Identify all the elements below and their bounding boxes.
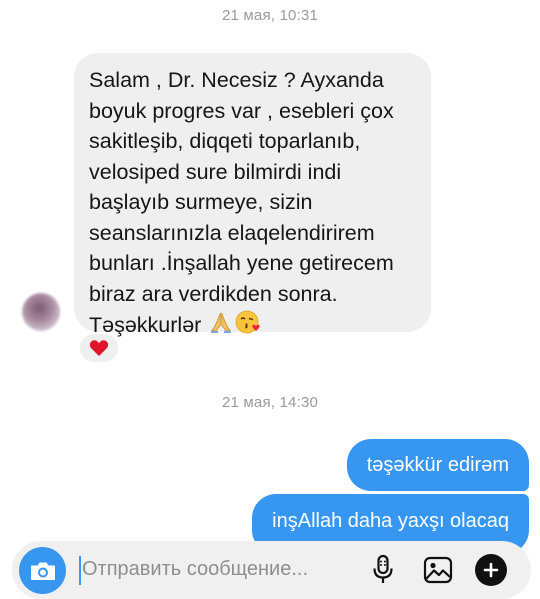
outgoing-message-text: inşAllah daha yaxşı olacaq — [272, 509, 509, 532]
heart-reaction[interactable] — [78, 332, 120, 364]
outgoing-message-text: təşəkkür edirəm — [366, 453, 509, 476]
message-line: seanslarınızla elaqelendirirem — [89, 220, 375, 245]
message-line: başlayıb surmeye, sizin — [89, 190, 313, 214]
microphone-button[interactable] — [371, 554, 395, 591]
red-heart-icon — [89, 340, 109, 356]
timestamp: 21 мая, 10:31 — [221, 7, 319, 24]
message-line: sakitleşib, diqqeti toparlanıb, — [89, 129, 361, 153]
camera-icon — [30, 562, 55, 580]
camera-button[interactable] — [19, 547, 66, 594]
face-blowing-kiss-emoji — [235, 309, 261, 344]
message-line: boyuk progres var , esebleri çox — [89, 98, 394, 123]
timestamp: 21 мая, 14:30 — [221, 394, 319, 411]
plus-icon — [483, 562, 499, 578]
message-line: biraz ara verdikden sonra. — [89, 281, 338, 306]
sender-avatar[interactable] — [22, 293, 60, 331]
folded-hands-emoji — [209, 311, 233, 342]
text-cursor — [79, 556, 81, 585]
add-content-button[interactable] — [475, 554, 507, 586]
message-line: velosiped sure bilmirdi indi — [89, 159, 342, 184]
outgoing-message-bubble[interactable]: təşəkkür edirəm — [346, 439, 529, 491]
gallery-icon — [423, 556, 453, 584]
message-composer: Отправить сообщение... — [12, 541, 531, 599]
message-line: Salam , Dr. Necesiz ? Ayxanda — [89, 68, 384, 92]
message-input[interactable]: Отправить сообщение... — [82, 558, 308, 581]
gallery-button[interactable] — [423, 556, 453, 589]
incoming-message-bubble[interactable]: Salam , Dr. Necesiz ? Ayxanda boyuk prog… — [74, 53, 431, 337]
message-line-last: Təşəkkurlər — [89, 309, 417, 344]
message-line: bunları .İnşallah yene getirecem — [89, 251, 394, 275]
microphone-icon — [373, 554, 393, 583]
